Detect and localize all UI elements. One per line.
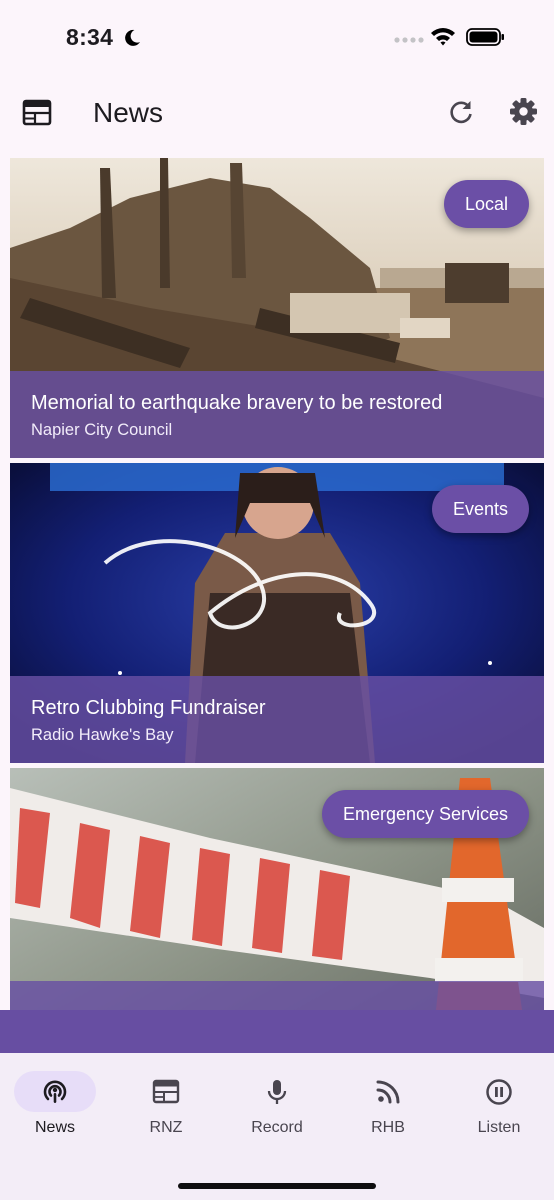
wifi-icon (431, 28, 455, 46)
moon-icon (125, 29, 140, 46)
news-card[interactable]: Memorial to earthquake bravery to be res… (10, 158, 544, 458)
signal-icon (394, 37, 424, 43)
status-time: 8:34 (66, 24, 114, 50)
status-bar: 8:34 (0, 0, 554, 80)
news-caption: Memorial to earthquake bravery to be res… (10, 371, 544, 458)
nav-label: Listen (477, 1119, 521, 1136)
news-caption (10, 981, 544, 1010)
microphone-icon (267, 1080, 287, 1104)
nav-label: News (34, 1119, 75, 1136)
nav-label: Record (251, 1119, 303, 1136)
category-chip[interactable]: Local (443, 180, 529, 228)
pause-circle-icon (486, 1079, 512, 1105)
page-title: News (93, 97, 164, 128)
news-card[interactable]: Emergency Services (10, 768, 544, 1010)
category-chip[interactable]: Emergency Services (321, 790, 529, 838)
accent-bar (0, 1010, 554, 1053)
nav-label: RHB (371, 1119, 405, 1136)
nav-label: RNZ (149, 1119, 183, 1136)
podcast-icon (43, 1080, 67, 1103)
news-screen: 8:34 News Memorial to earthquake bravery… (0, 0, 554, 1200)
nav-item-rnz[interactable]: RNZ (111, 1071, 221, 1141)
rss-icon (376, 1080, 400, 1104)
nav-item-news[interactable]: News (0, 1071, 110, 1141)
app-bar: News (0, 82, 554, 144)
news-card[interactable]: Retro Clubbing Fundraiser Radio Hawke's … (10, 463, 544, 763)
settings-icon[interactable] (509, 97, 538, 126)
nav-item-listen[interactable]: Listen (444, 1071, 554, 1141)
bottom-navigation: News RNZ Record RHB Listen (0, 1053, 554, 1200)
refresh-icon[interactable] (447, 98, 475, 126)
category-chip[interactable]: Events (431, 485, 529, 533)
news-list: Memorial to earthquake bravery to be res… (10, 158, 544, 1010)
news-title: Retro Clubbing Fundraiser (31, 697, 266, 719)
newspaper-icon[interactable] (22, 99, 52, 127)
nav-item-record[interactable]: Record (222, 1071, 332, 1141)
news-source: Radio Hawke's Bay (31, 726, 174, 744)
nav-item-rhb[interactable]: RHB (333, 1071, 443, 1141)
home-indicator[interactable] (178, 1183, 376, 1189)
news-caption: Retro Clubbing Fundraiser Radio Hawke's … (10, 676, 544, 763)
battery-icon (466, 28, 504, 46)
news-source: Napier City Council (31, 421, 173, 439)
newspaper-icon (152, 1079, 180, 1104)
news-title: Memorial to earthquake bravery to be res… (31, 392, 443, 414)
